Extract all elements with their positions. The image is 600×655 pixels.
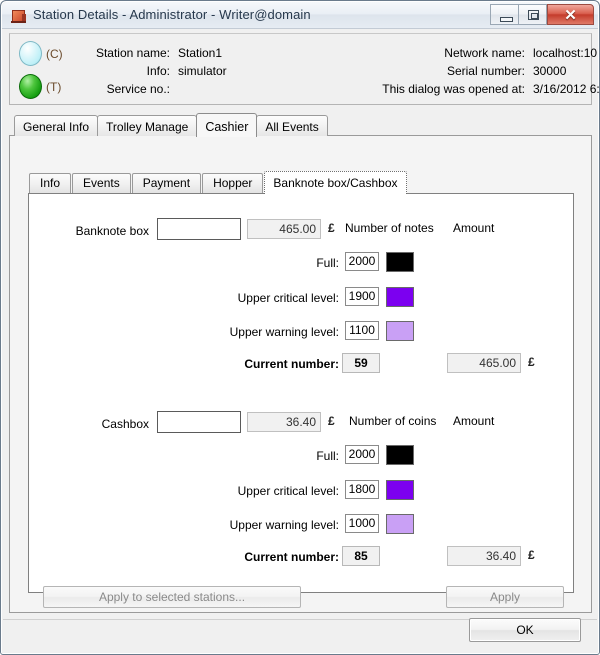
cashier-tab-panel: Info Events Payment Hopper Banknote box/… (9, 135, 592, 613)
banknote-box-amount-readonly: 465.00 (247, 219, 321, 239)
subtab-payment[interactable]: Payment (131, 173, 202, 193)
cashbox-count-column-header: Number of coins (349, 414, 437, 428)
banknote-upper-critical-color-swatch[interactable] (386, 287, 414, 307)
cashbox-upper-critical-color-swatch[interactable] (386, 480, 414, 500)
subtab-info[interactable]: Info (29, 173, 72, 193)
network-name-value: localhost:10 (533, 46, 598, 60)
close-button[interactable]: ✕ (547, 4, 594, 25)
station-name-value: Station1 (178, 46, 223, 60)
banknote-upper-critical-label: Upper critical level: (237, 291, 339, 305)
banknote-current-number-label: Current number: (244, 357, 339, 371)
cashbox-current-amount-currency: £ (528, 548, 535, 562)
service-no-label: Service no.: (106, 82, 170, 96)
dialog-opened-label: This dialog was opened at: (382, 82, 525, 96)
cashbox-currency: £ (328, 414, 335, 428)
apply-to-selected-stations-button[interactable]: Apply to selected stations... (43, 586, 301, 608)
tab-trolley-manage[interactable]: Trolley Manage (97, 115, 198, 136)
cashier-subtab-strip: Info Events Payment Hopper Banknote box/… (29, 171, 408, 194)
banknote-cashbox-panel: Banknote box 465.00 £ Number of notes Am… (28, 193, 574, 593)
serial-number-value: 30000 (533, 64, 567, 78)
title-bar[interactable]: Station Details - Administrator - Writer… (2, 2, 598, 29)
cashbox-upper-warning-label: Upper warning level: (229, 518, 339, 532)
station-icon (10, 7, 27, 24)
window-controls: ✕ (490, 4, 594, 25)
tab-cashier[interactable]: Cashier (196, 113, 258, 137)
subtab-events[interactable]: Events (72, 173, 131, 193)
cashbox-amount-readonly: 36.40 (247, 412, 321, 432)
banknote-upper-warning-label: Upper warning level: (229, 325, 339, 339)
tab-general-info[interactable]: General Info (14, 115, 99, 136)
window-client-area: (C) (T) Station name: Station1 Info: sim… (2, 29, 600, 653)
station-info-panel: (C) (T) Station name: Station1 Info: sim… (9, 33, 600, 105)
close-icon: ✕ (564, 6, 577, 24)
banknote-upper-critical-value[interactable]: 1900 (345, 287, 379, 306)
tab-all-events[interactable]: All Events (256, 115, 328, 136)
banknote-amount-column-header: Amount (453, 221, 495, 235)
cashbox-name-input[interactable] (157, 411, 241, 433)
maximize-button[interactable] (518, 4, 547, 25)
cashbox-current-amount-value: 36.40 (447, 546, 521, 566)
ok-button[interactable]: OK (469, 618, 581, 642)
cashbox-current-number-value: 85 (342, 546, 380, 566)
subtab-hopper[interactable]: Hopper (202, 173, 264, 193)
info-value: simulator (178, 64, 227, 78)
banknote-current-number-value: 59 (342, 353, 380, 373)
apply-button[interactable]: Apply (446, 586, 564, 608)
banknote-box-currency: £ (328, 221, 335, 235)
cashbox-upper-critical-label: Upper critical level: (237, 484, 339, 498)
cashbox-upper-warning-value[interactable]: 1000 (345, 514, 379, 533)
cashbox-upper-critical-value[interactable]: 1800 (345, 480, 379, 499)
info-label: Info: (146, 64, 170, 78)
serial-number-label: Serial number: (446, 64, 525, 78)
station-name-label: Station name: (95, 46, 170, 60)
cashbox-upper-warning-color-swatch[interactable] (386, 514, 414, 534)
banknote-full-label: Full: (316, 256, 339, 270)
cashbox-amount-column-header: Amount (453, 414, 495, 428)
banknote-count-column-header: Number of notes (345, 221, 434, 235)
banknote-full-value[interactable]: 2000 (345, 252, 379, 271)
cashbox-full-value[interactable]: 2000 (345, 445, 379, 464)
cashbox-current-number-label: Current number: (244, 550, 339, 564)
cashbox-full-color-swatch[interactable] (386, 445, 414, 465)
banknote-box-name-input[interactable] (157, 218, 241, 240)
cashbox-full-label: Full: (316, 449, 339, 463)
cashbox-label: Cashbox (101, 417, 149, 431)
minimize-icon (500, 17, 513, 22)
banknote-box-label: Banknote box (75, 224, 149, 238)
banknote-full-color-swatch[interactable] (386, 252, 414, 272)
maximize-icon (528, 10, 539, 20)
window-title: Station Details - Administrator - Writer… (33, 7, 311, 22)
station-details-window: Station Details - Administrator - Writer… (0, 0, 600, 655)
banknote-upper-warning-color-swatch[interactable] (386, 321, 414, 341)
main-tab-strip: General Info Trolley Manage Cashier All … (14, 113, 328, 137)
minimize-button[interactable] (490, 4, 519, 25)
network-name-label: Network name: (444, 46, 525, 60)
banknote-current-amount-currency: £ (528, 355, 535, 369)
dialog-opened-value: 3/16/2012 6:45:28 PM (533, 82, 600, 96)
banknote-current-amount-value: 465.00 (447, 353, 521, 373)
banknote-upper-warning-value[interactable]: 1100 (345, 321, 379, 340)
subtab-banknote-box-cashbox[interactable]: Banknote box/Cashbox (264, 171, 407, 194)
